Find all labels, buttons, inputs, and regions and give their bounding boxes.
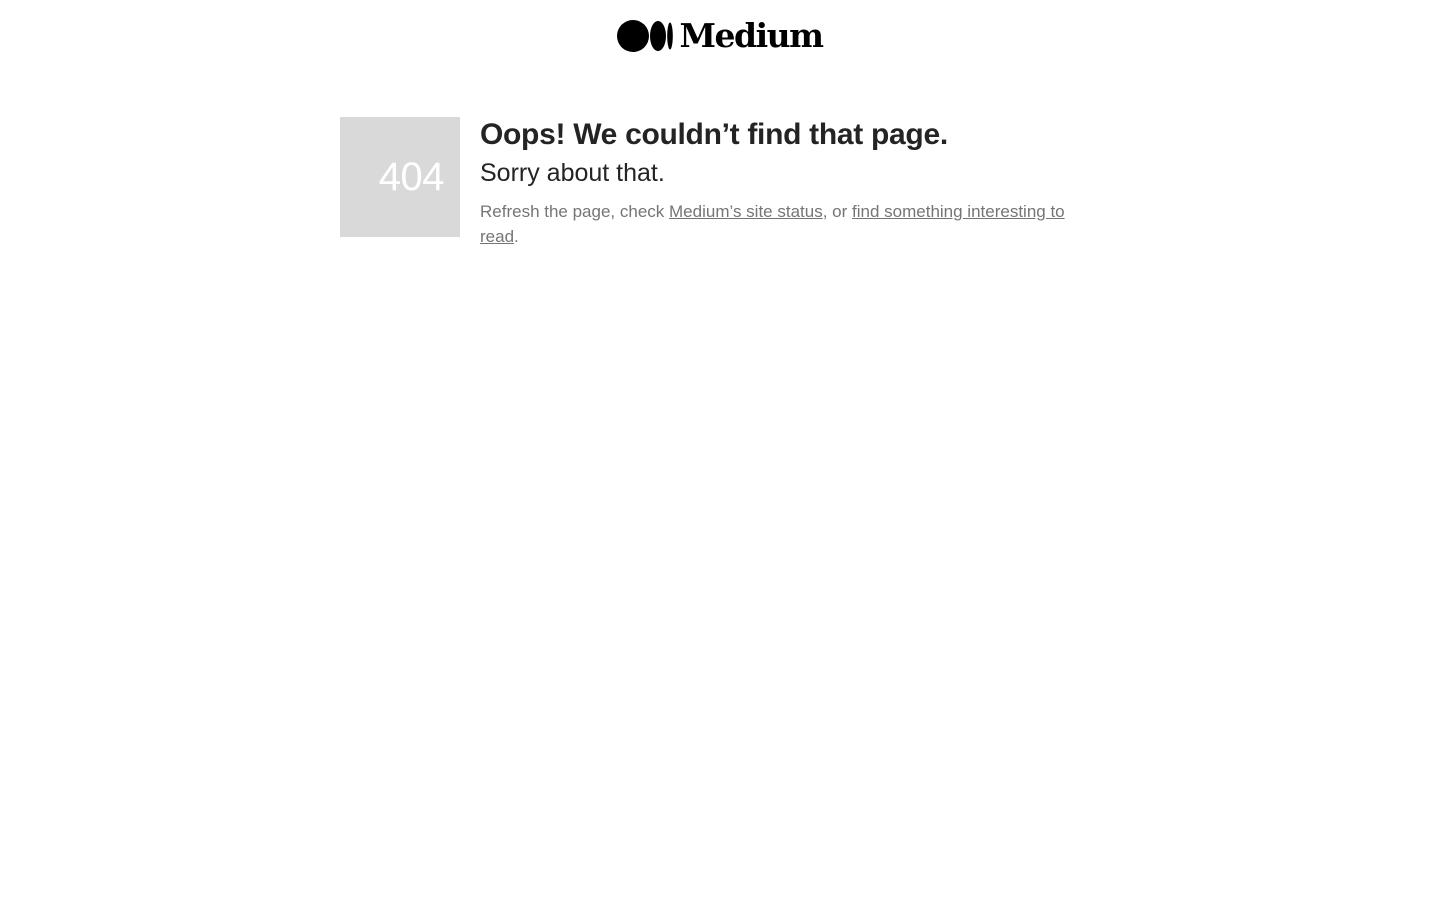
site-status-link[interactable]: Medium’s site status [669, 202, 823, 221]
error-text: Oops! We couldn’t find that page. Sorry … [480, 117, 1080, 249]
error-code-box: 404 [340, 117, 460, 237]
error-code: 404 [378, 154, 445, 199]
site-header: Medium [0, 18, 1440, 54]
error-subtitle: Sorry about that. [480, 159, 665, 187]
error-content: 404 Oops! We couldn’t find that page. So… [340, 117, 1100, 249]
message-suffix: . [514, 227, 519, 246]
error-title: Oops! We couldn’t find that page. [480, 118, 948, 151]
message-prefix: Refresh the page, check [480, 202, 670, 221]
message-middle: , or [822, 202, 853, 221]
medium-logo-link[interactable]: Medium [617, 16, 824, 55]
error-message: Refresh the page, check Medium’s site st… [480, 199, 1080, 249]
logo-wordmark: Medium [679, 16, 824, 55]
medium-logo-icon [617, 20, 674, 52]
